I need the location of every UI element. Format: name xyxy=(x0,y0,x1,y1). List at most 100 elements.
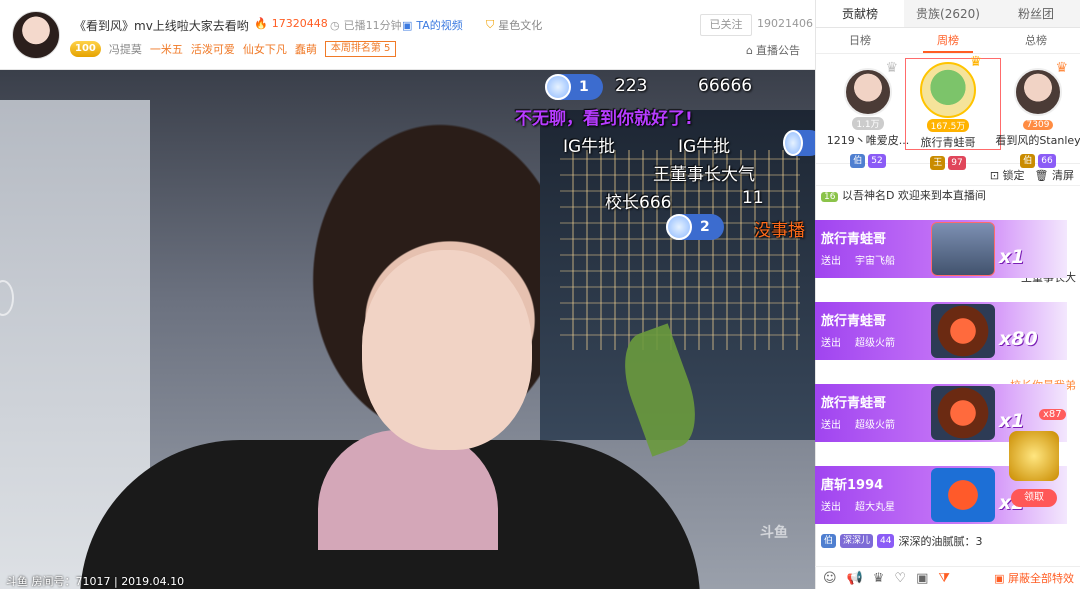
rank-subtabs: 日榜 周榜 总榜 xyxy=(816,28,1080,54)
chat-message: 伯 深深儿 44 深深的油腻腻：3 xyxy=(815,530,1080,552)
block-effects-label: 屏蔽全部特效 xyxy=(1008,572,1074,585)
podium-rank-1[interactable]: ♛ 167.5万 旅行青蛙哥 王 97 xyxy=(903,54,1001,170)
podium-name: 看到风的Stanley xyxy=(995,134,1080,147)
video-face xyxy=(362,250,532,450)
noble-badge: 王 xyxy=(930,156,946,170)
rank-pill-1: 1 xyxy=(545,74,603,100)
lock-button[interactable]: ⊡ 锁定 xyxy=(990,167,1025,183)
clear-label: 清屏 xyxy=(1052,168,1074,182)
gift-user: 唐斩1994 xyxy=(821,478,884,493)
follow-count: 19021406 xyxy=(757,17,813,30)
danmu-message: 校长666 xyxy=(605,193,672,213)
gift-item: 超大丸星 xyxy=(855,502,895,513)
room-title: 《看到风》mv上线啦大家去看哟 xyxy=(74,19,249,33)
chat-message: 16 以吾神名D 欢迎来到本直播间 xyxy=(815,186,1080,206)
tab-nobles[interactable]: 贵族(2620) xyxy=(904,0,992,27)
podium-name: 1219丶唯爱皮... xyxy=(826,134,910,147)
heat-value: 17320448 xyxy=(271,17,328,30)
crown-icon: ♛ xyxy=(969,54,982,70)
agency-link[interactable]: ⛉ 星色文化 xyxy=(486,17,542,33)
clock-icon: ◷ xyxy=(330,18,340,32)
douyu-watermark: 斗鱼 xyxy=(760,525,788,541)
megaphone-icon[interactable]: 📢 xyxy=(847,571,863,586)
clear-button[interactable]: 🗑 清屏 xyxy=(1035,167,1074,183)
danmu-message: 不无聊，看到你就好了! xyxy=(515,109,693,129)
anchor-tag: 仙女下凡 xyxy=(242,43,287,56)
filter-icon[interactable]: ⧩ xyxy=(938,571,950,586)
podium-badges: 伯 66 xyxy=(993,154,1080,168)
tab-contribution[interactable]: 贡献榜 xyxy=(816,0,904,27)
gift-count: x1 xyxy=(999,246,1025,268)
shield-icon: ⛉ xyxy=(486,18,495,31)
live-time-meta: ◷ 已播11分钟 xyxy=(330,17,402,33)
noble-badge: 伯 xyxy=(821,534,837,548)
video-player[interactable]: 1 223 66666 不无聊，看到你就好了! IG牛批 IG牛批 王董事长大气… xyxy=(0,70,815,589)
live-room: 《看到风》mv上线啦大家去看哟 🔥 17320448 ◷ 已播11分钟 ▣ TA… xyxy=(0,0,1080,589)
contribution-podium: ♛ 1.1万 1219丶唯爱皮... 伯 52 ♛ 167.5万 旅行青蛙哥 王… xyxy=(816,54,1080,170)
video-icon: ▣ xyxy=(402,18,413,32)
weekly-rank-tag[interactable]: 本周排名第 5 xyxy=(324,41,397,57)
danmu-message: 没事播 xyxy=(754,221,805,241)
gift-banner: 旅行青蛙哥 送出 超级火箭 x80 xyxy=(815,302,1067,360)
podium-score: 1.1万 xyxy=(852,117,884,130)
gift-count: x80 xyxy=(999,328,1038,350)
emoji-icon[interactable]: ☺ xyxy=(823,571,837,586)
panel-tabs: 贡献榜 贵族(2620) 粉丝团 xyxy=(816,0,1080,28)
podium-score: 7309 xyxy=(1022,120,1054,130)
rank-coin-icon xyxy=(783,130,803,156)
rank-pill-number: 2 xyxy=(700,219,710,235)
podium-score: 167.5万 xyxy=(926,119,970,132)
noble-badge: 伯 xyxy=(850,154,866,168)
image-icon[interactable]: ▣ xyxy=(916,571,928,586)
treasure-count: x87 xyxy=(1039,409,1066,420)
gift-user: 旅行青蛙哥 xyxy=(821,232,887,247)
ta-video-link[interactable]: ▣ TA的视频 xyxy=(402,17,463,33)
crown-icon[interactable]: ♛ xyxy=(873,571,885,586)
lock-icon: ⊡ xyxy=(989,168,1000,182)
claim-button[interactable]: 领取 xyxy=(1011,489,1057,507)
rank-coin-icon xyxy=(545,74,571,100)
treasure-icon xyxy=(1009,431,1059,481)
trash-icon: 🗑 xyxy=(1034,168,1049,182)
danmu-score: 66666 xyxy=(698,76,753,96)
podium-rank-2[interactable]: ♛ 1.1万 1219丶唯爱皮... 伯 52 xyxy=(823,60,913,168)
anchor-name[interactable]: 冯提莫 xyxy=(109,41,142,57)
room-info-caption: 斗鱼 房间号：71017 | 2019.04.10 xyxy=(6,575,185,588)
fire-icon: 🔥 xyxy=(254,17,268,30)
rocket-icon xyxy=(931,386,995,440)
fan-badge: 66 xyxy=(1038,154,1056,168)
chat-text: 深深的油腻腻：3 xyxy=(898,535,983,548)
anchor-tag: 活泼可爱 xyxy=(190,43,235,56)
user-tag: 深深儿 xyxy=(840,534,874,548)
user-avatar: ♛ xyxy=(1014,60,1068,116)
planet-icon xyxy=(931,468,995,522)
live-time: 已播11分钟 xyxy=(343,19,402,32)
gift-action: 送出 xyxy=(821,502,841,513)
subtab-total[interactable]: 总榜 xyxy=(1011,29,1061,53)
treasure-chest[interactable]: x87 领取 xyxy=(1005,405,1066,511)
home-icon: ⌂ xyxy=(746,43,753,57)
tab-fan-club[interactable]: 粉丝团 xyxy=(992,0,1080,27)
subtab-daily[interactable]: 日榜 xyxy=(835,29,885,53)
user-avatar: ♛ xyxy=(844,60,898,116)
rocket-icon xyxy=(931,304,995,358)
gift-item: 超级火箭 xyxy=(855,338,895,349)
gift-action: 送出 xyxy=(821,256,841,267)
followed-button[interactable]: 已关注 xyxy=(700,14,752,36)
anchor-avatar[interactable] xyxy=(12,11,60,59)
podium-rank-3[interactable]: ♛ 7309 看到风的Stanley 伯 66 xyxy=(993,60,1080,168)
gift-item: 超级火箭 xyxy=(855,420,895,431)
gift-action: 送出 xyxy=(821,338,841,349)
ta-video-label: TA的视频 xyxy=(416,19,463,32)
heart-icon[interactable]: ♡ xyxy=(894,571,906,586)
subtab-weekly[interactable]: 周榜 xyxy=(923,29,973,53)
gift-banner: 旅行青蛙哥 送出 宇宙飞船 x1 xyxy=(815,220,1067,278)
gift-user: 旅行青蛙哥 xyxy=(821,314,887,329)
danmu-message: IG牛批 xyxy=(563,137,616,157)
announcement-button[interactable]: ⌂ 直播公告 xyxy=(746,42,800,58)
fan-badge: 97 xyxy=(948,156,966,170)
anchor-tag: 蠢萌 xyxy=(294,43,317,56)
gift-user: 旅行青蛙哥 xyxy=(821,396,887,411)
block-effects-toggle[interactable]: ▣ 屏蔽全部特效 xyxy=(994,570,1074,586)
rank-coin-icon xyxy=(666,214,692,240)
